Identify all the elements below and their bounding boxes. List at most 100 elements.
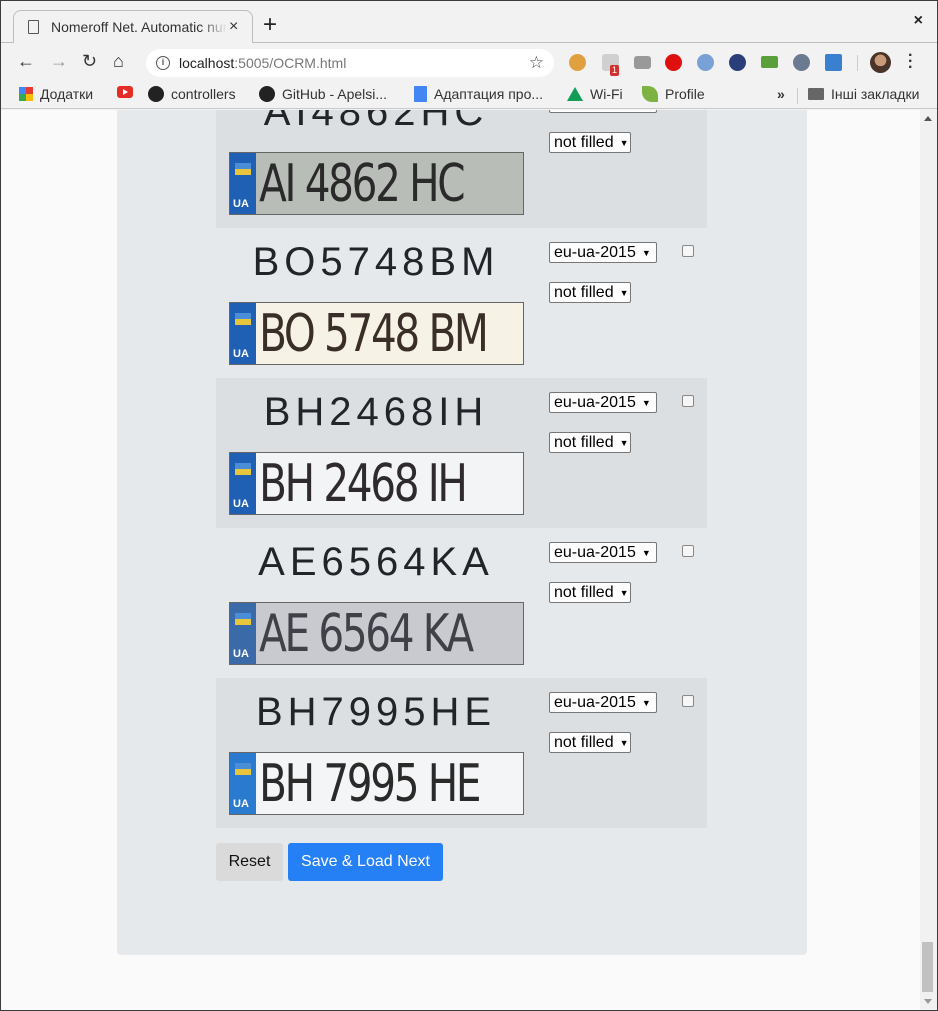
- plate-image-chars: AE 6564 KA: [259, 603, 474, 664]
- dropdown-arrow-icon: ▼: [619, 437, 629, 448]
- plate-checkbox[interactable]: [682, 395, 694, 407]
- apps-icon: [19, 87, 33, 101]
- plate-state-select[interactable]: not filled ▼: [549, 132, 631, 153]
- plate-row: BO5748BM UA BO 5748 BM eu-ua-2015 ▼ not f…: [216, 228, 707, 378]
- reload-icon[interactable]: ↻: [82, 51, 97, 71]
- leaf-icon: [642, 86, 658, 102]
- plate-row: BH2468IH UA BH 2468 IH eu-ua-2015 ▼ not f…: [216, 378, 707, 528]
- plate-image-chars: BO 5748 BM: [259, 303, 489, 364]
- new-tab-button[interactable]: +: [263, 13, 277, 37]
- bookmark-profile[interactable]: Profile: [642, 86, 705, 102]
- select-value: not filled: [554, 283, 614, 301]
- bookmark-adaptation[interactable]: Адаптация про...: [414, 86, 543, 102]
- country-code: UA: [233, 648, 249, 660]
- window-close-button[interactable]: ×: [914, 12, 923, 30]
- plate-type-select[interactable]: eu-ua-2015▼: [549, 110, 657, 113]
- save-load-next-button[interactable]: Save & Load Next: [288, 843, 443, 881]
- plate-type-select[interactable]: eu-ua-2015 ▼: [549, 392, 657, 413]
- profile-avatar[interactable]: [870, 52, 891, 73]
- screenshot-extension-icon[interactable]: [825, 54, 842, 71]
- plate-checkbox[interactable]: [682, 695, 694, 707]
- scroll-up-arrow-icon[interactable]: [924, 116, 932, 121]
- bookmark-apps[interactable]: Додатки: [19, 86, 93, 102]
- plate-image-chars: BH 2468 IH: [259, 453, 468, 514]
- url-host: localhost: [179, 55, 235, 71]
- select-value: not filled: [554, 133, 614, 151]
- select-value: eu-ua-2015: [554, 693, 636, 711]
- bookmark-label: Інші закладки: [831, 86, 920, 102]
- select-value: eu-ua-2015: [554, 393, 636, 411]
- plate-type-select[interactable]: eu-ua-2015▼: [549, 242, 657, 263]
- plate-state-select[interactable]: not filled ▼: [549, 582, 631, 603]
- country-code: UA: [233, 798, 249, 810]
- swirl-extension-icon[interactable]: [697, 54, 714, 71]
- select-value: eu-ua-2015: [554, 543, 636, 561]
- eu-band: UA: [230, 753, 256, 814]
- site-info-icon[interactable]: i: [156, 56, 170, 70]
- tab-close-icon[interactable]: ×: [229, 18, 238, 36]
- country-code: UA: [233, 198, 249, 210]
- dropdown-arrow-icon: ▼: [619, 737, 629, 748]
- bookmark-controllers[interactable]: controllers: [148, 86, 236, 102]
- bookmarks-overflow-button[interactable]: »: [777, 86, 785, 102]
- scrollbar-thumb[interactable]: [922, 942, 933, 992]
- plate-number-text: AI4862HC: [263, 110, 489, 134]
- bookmark-label: Адаптация про...: [434, 86, 544, 102]
- plate-row: BH7995HE UA BH 7995 HE eu-ua-2015 ▼ not f…: [216, 678, 707, 828]
- plate-state-select[interactable]: not filled ▼: [549, 732, 631, 753]
- reset-button[interactable]: Reset: [216, 843, 283, 881]
- cookie-extension-icon[interactable]: [569, 54, 586, 71]
- vertical-scrollbar[interactable]: [920, 110, 937, 1010]
- plate-image-chars: BH 7995 HE: [259, 753, 481, 814]
- bookmark-youtube[interactable]: [117, 86, 140, 98]
- flash-extension-icon[interactable]: [793, 54, 810, 71]
- select-value: eu-ua-2015: [554, 110, 636, 112]
- fedora-extension-icon[interactable]: [729, 54, 746, 71]
- back-icon[interactable]: ←: [17, 51, 35, 71]
- google-drive-icon: [567, 87, 583, 101]
- plate-checkbox[interactable]: [682, 545, 694, 557]
- bookmark-label: controllers: [171, 86, 236, 102]
- plate-image: UA AE 6564 KA: [229, 602, 524, 665]
- browser-menu-icon[interactable]: · · ·: [908, 48, 913, 76]
- dropdown-arrow-icon: ▼: [619, 287, 629, 298]
- eu-band: UA: [230, 453, 256, 514]
- tab-title: Nomeroff Net. Automatic numberplate reco…: [51, 19, 227, 35]
- plate-number-text: BH2468IH: [263, 390, 489, 434]
- address-bar[interactable]: i localhost:5005/OCRM.html ☆: [146, 49, 554, 77]
- toolbar-separator: [857, 55, 858, 71]
- bookmark-star-icon[interactable]: ☆: [529, 53, 544, 73]
- ukraine-flag-icon: [235, 463, 251, 475]
- browser-toolbar: ← → ↻ ⌂ i localhost:5005/OCRM.html ☆ 1 ·…: [1, 43, 937, 81]
- select-value: eu-ua-2015: [554, 243, 636, 261]
- eu-band: UA: [230, 303, 256, 364]
- ukraine-flag-icon: [235, 313, 251, 325]
- bookmark-label: GitHub - Apelsi...: [282, 86, 388, 102]
- camera-extension-icon[interactable]: [634, 56, 651, 69]
- bookmark-github-apelsin[interactable]: GitHub - Apelsi...: [259, 86, 387, 102]
- plate-number-text: BH7995HE: [255, 690, 497, 734]
- tab-strip: Nomeroff Net. Automatic numberplate reco…: [1, 1, 937, 43]
- dropdown-arrow-icon: ▼: [641, 547, 651, 558]
- plate-type-select[interactable]: eu-ua-2015 ▼: [549, 542, 657, 563]
- plate-image: UA BH 2468 IH: [229, 452, 524, 515]
- adblock-extension-icon[interactable]: [665, 54, 682, 71]
- scroll-down-arrow-icon[interactable]: [924, 999, 932, 1004]
- home-icon[interactable]: ⌂: [113, 51, 124, 71]
- browser-window: Nomeroff Net. Automatic numberplate reco…: [1, 1, 937, 1010]
- plate-state-select[interactable]: not filled ▼: [549, 282, 631, 303]
- bookmark-wifi[interactable]: Wi-Fi: [567, 86, 623, 102]
- plate-checkbox[interactable]: [682, 245, 694, 257]
- folder-icon: [808, 88, 824, 100]
- bookmark-label: Profile: [665, 86, 705, 102]
- ukraine-flag-icon: [235, 163, 251, 175]
- bonsai-extension-icon[interactable]: [761, 56, 778, 68]
- dropdown-arrow-icon: ▼: [641, 397, 651, 408]
- plate-type-select[interactable]: eu-ua-2015▼: [549, 692, 657, 713]
- forward-icon[interactable]: →: [50, 51, 68, 71]
- plate-state-select[interactable]: not filled ▼: [549, 432, 631, 453]
- other-bookmarks[interactable]: Інші закладки: [808, 86, 919, 102]
- browser-tab[interactable]: Nomeroff Net. Automatic numberplate reco…: [13, 10, 253, 43]
- dropdown-arrow-icon: ▼: [619, 137, 629, 148]
- plate-image-chars: AI 4862 HC: [259, 153, 465, 214]
